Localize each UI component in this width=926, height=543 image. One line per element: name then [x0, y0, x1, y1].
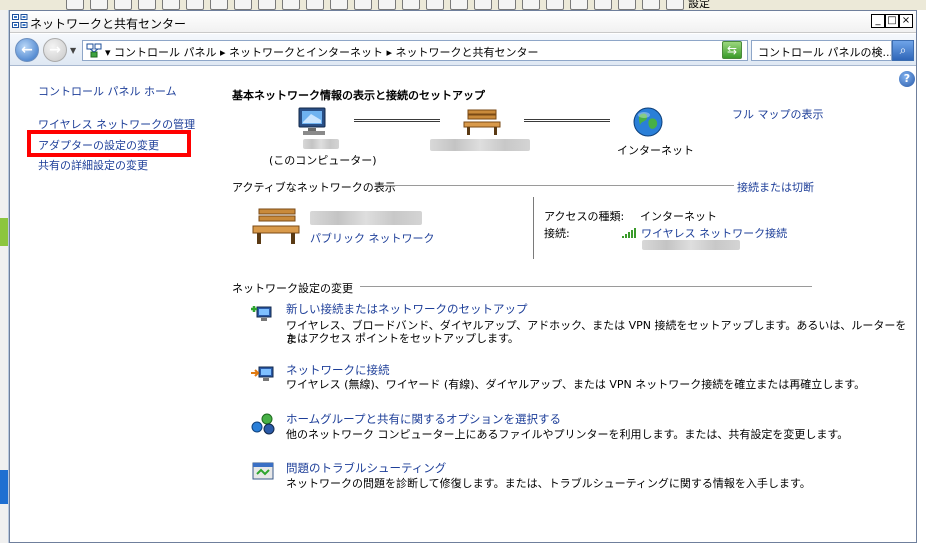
internet-label: インターネット [617, 144, 694, 157]
task-new-connection-desc-2: たはアクセス ポイントをセットアップします。 [286, 332, 519, 345]
toolbar-button[interactable] [210, 0, 228, 10]
window-title: ネットワークと共有センター [30, 17, 187, 31]
search-icon: ⌕ [899, 43, 907, 57]
toolbar-button[interactable] [474, 0, 492, 10]
control-panel-icon [86, 43, 102, 58]
toolbar-settings-label[interactable]: 設定 [688, 0, 710, 10]
toolbar-button[interactable] [546, 0, 564, 10]
back-button[interactable]: ← [15, 38, 39, 62]
toolbar-button[interactable] [282, 0, 300, 10]
help-icon[interactable]: ? [899, 71, 915, 87]
access-type-value: インターネット [640, 210, 717, 223]
task-troubleshoot-link[interactable]: 問題のトラブルシューティング [286, 460, 446, 476]
task-connect-network-desc: ワイヤレス (無線)、ワイヤード (有線)、ダイヤルアップ、または VPN ネッ… [286, 378, 866, 391]
toolbar-button[interactable] [66, 0, 84, 10]
computer-label: (このコンピューター) [269, 154, 377, 167]
address-bar: ← → ▼ ▾ コントロール パネル ▸ ネットワークとインターネット ▸ ネッ… [10, 34, 916, 66]
toolbar-button[interactable] [90, 0, 108, 10]
full-map-link[interactable]: フル マップの表示 [732, 106, 824, 122]
connect-network-icon [251, 366, 274, 381]
search-button[interactable]: ⌕ [892, 40, 914, 61]
background-accent [0, 470, 8, 504]
breadcrumb[interactable]: ▾ コントロール パネル ▸ ネットワークとインターネット ▸ ネットワークと共… [105, 44, 539, 60]
refresh-icon: ⇆ [726, 43, 738, 57]
refresh-button[interactable]: ⇆ [722, 41, 742, 59]
toolbar-button[interactable] [522, 0, 540, 10]
toolbar-button[interactable] [594, 0, 612, 10]
forward-arrow-icon: → [49, 42, 61, 58]
task-new-connection-link[interactable]: 新しい接続またはネットワークのセットアップ [286, 301, 528, 317]
active-network-title: アクティブなネットワークの表示 [232, 181, 396, 194]
section-divider [360, 286, 812, 287]
minimize-button[interactable]: _ [871, 14, 885, 28]
toolbar-button[interactable] [570, 0, 588, 10]
toolbar-button[interactable] [138, 0, 156, 10]
internet-globe-icon [633, 107, 663, 137]
toolbar-button[interactable] [642, 0, 660, 10]
access-type-label: アクセスの種類: [544, 210, 625, 223]
toolbar-button[interactable] [450, 0, 468, 10]
toolbar-button[interactable] [402, 0, 420, 10]
connection-line [354, 119, 440, 122]
sidebar-item-advanced-sharing[interactable]: 共有の詳細設定の変更 [38, 157, 148, 173]
public-network-bench-icon [252, 208, 300, 244]
close-button[interactable]: × [899, 14, 913, 28]
highlight-box [27, 130, 191, 157]
forward-button[interactable]: → [43, 38, 67, 62]
redacted-network-name [430, 139, 530, 151]
redacted-computer-name [303, 139, 339, 149]
toolbar-button[interactable] [186, 0, 204, 10]
sidebar-item-control-panel-home[interactable]: コントロール パネル ホーム [38, 83, 177, 99]
network-settings-title: ネットワーク設定の変更 [232, 282, 353, 295]
connection-label: 接続: [544, 227, 570, 240]
background-toolbar: 設定 [0, 0, 926, 10]
signal-strength-icon [622, 228, 636, 238]
background-app-edge [0, 10, 9, 543]
wireless-connection-link[interactable]: ワイヤレス ネットワーク接続 [641, 225, 787, 241]
toolbar-button[interactable] [618, 0, 636, 10]
connection-line [524, 119, 610, 122]
vertical-divider [533, 197, 534, 259]
back-arrow-icon: ← [21, 42, 33, 58]
connect-disconnect-link[interactable]: 接続または切断 [737, 179, 814, 195]
toolbar-button[interactable] [330, 0, 348, 10]
toolbar-button[interactable] [378, 0, 396, 10]
task-homegroup-desc: 他のネットワーク コンピューター上にあるファイルやプリンターを利用します。または… [286, 428, 849, 441]
maximize-button[interactable]: □ [885, 14, 899, 28]
task-homegroup-link[interactable]: ホームグループと共有に関するオプションを選択する [286, 411, 561, 427]
network-type-link[interactable]: パブリック ネットワーク [310, 230, 435, 246]
troubleshoot-icon [252, 462, 274, 480]
toolbar-button[interactable] [258, 0, 276, 10]
toolbar-button[interactable] [162, 0, 180, 10]
new-connection-icon [251, 306, 272, 321]
task-troubleshoot-desc: ネットワークの問題を診断して修復します。または、トラブルシューティングに関する情… [286, 477, 811, 490]
toolbar-button[interactable] [426, 0, 444, 10]
network-center-icon [12, 14, 28, 28]
toolbar-button[interactable] [306, 0, 324, 10]
search-input[interactable]: コントロール パネルの検... [751, 40, 892, 61]
page-title: 基本ネットワーク情報の表示と接続のセットアップ [232, 89, 485, 102]
toolbar-button[interactable] [354, 0, 372, 10]
background-accent [0, 218, 8, 246]
computer-icon [298, 107, 326, 135]
redacted-ssid [642, 240, 740, 250]
toolbar-button[interactable] [234, 0, 252, 10]
toolbar-button[interactable] [114, 0, 132, 10]
address-field[interactable]: ▾ コントロール パネル ▸ ネットワークとインターネット ▸ ネットワークと共… [82, 40, 748, 61]
title-bar[interactable]: ネットワークと共有センター _ □ × [10, 11, 916, 33]
task-connect-network-link[interactable]: ネットワークに接続 [286, 362, 390, 378]
homegroup-icon [251, 413, 275, 435]
toolbar-button[interactable] [666, 0, 684, 10]
network-sharing-center-window: ネットワークと共有センター _ □ × ← → ▼ ▾ コントロール パネル ▸… [9, 10, 917, 543]
section-divider [376, 185, 734, 186]
bench-icon [463, 109, 501, 135]
redacted-active-network [310, 211, 422, 225]
history-dropdown-icon[interactable]: ▼ [70, 46, 76, 55]
toolbar-button[interactable] [498, 0, 516, 10]
